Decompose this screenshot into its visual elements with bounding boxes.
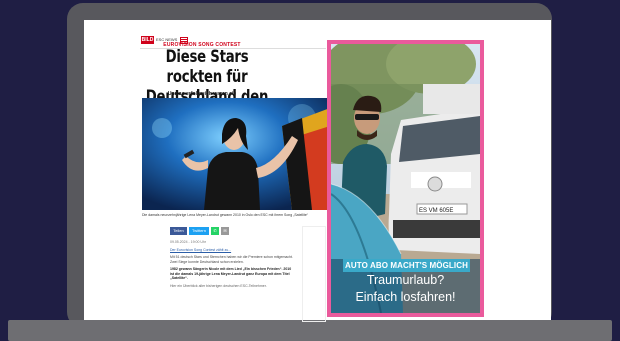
share-bar: Teilen Twittern ✆ ✉ <box>170 227 229 235</box>
mail-icon[interactable]: ✉ <box>221 227 229 235</box>
article-body: 09.05.2024 - 19:00 Uhr Der Eurovision So… <box>170 240 294 291</box>
laptop-base <box>8 320 612 341</box>
article-link[interactable]: Der Eurovision Song Contest zählt zu... <box>170 248 294 253</box>
article-photo[interactable] <box>142 98 330 210</box>
twitter-share-button[interactable]: Twittern <box>189 227 209 235</box>
ad-headline[interactable]: Traumurlaub? Einfach losfahren! <box>331 272 480 306</box>
article-subline: Und so erfolgreich waren sie <box>167 91 237 97</box>
whatsapp-icon[interactable]: ✆ <box>211 227 219 235</box>
license-plate: ES VM 605E <box>419 208 453 214</box>
headline-line-1: Diese Stars rockten für <box>165 47 249 87</box>
facebook-share-button[interactable]: Teilen <box>170 227 187 235</box>
article-paragraph: Hier ein Überblick aller bisherigen deut… <box>170 283 267 288</box>
singer-photo-illustration <box>142 98 330 210</box>
sidebar-box <box>302 226 326 322</box>
article-paragraph: 1982 gewann Sängerin Nicole mit dem Lied… <box>170 267 292 280</box>
photo-caption: Die damals neunzehnjährige Lena Meyer-La… <box>142 213 308 217</box>
article-paragraph: Mit 51 deutsch Stars und Sternchen haben… <box>170 255 293 264</box>
article-date: 09.05.2024 - 19:00 Uhr <box>170 240 206 244</box>
ad-headline-line-2: Einfach losfahren! <box>355 290 456 304</box>
ad-headline-line-1: Traumurlaub? <box>366 273 445 287</box>
ad-tagline-badge[interactable]: AUTO ABO MACHT'S MÖGLICH <box>343 259 470 272</box>
